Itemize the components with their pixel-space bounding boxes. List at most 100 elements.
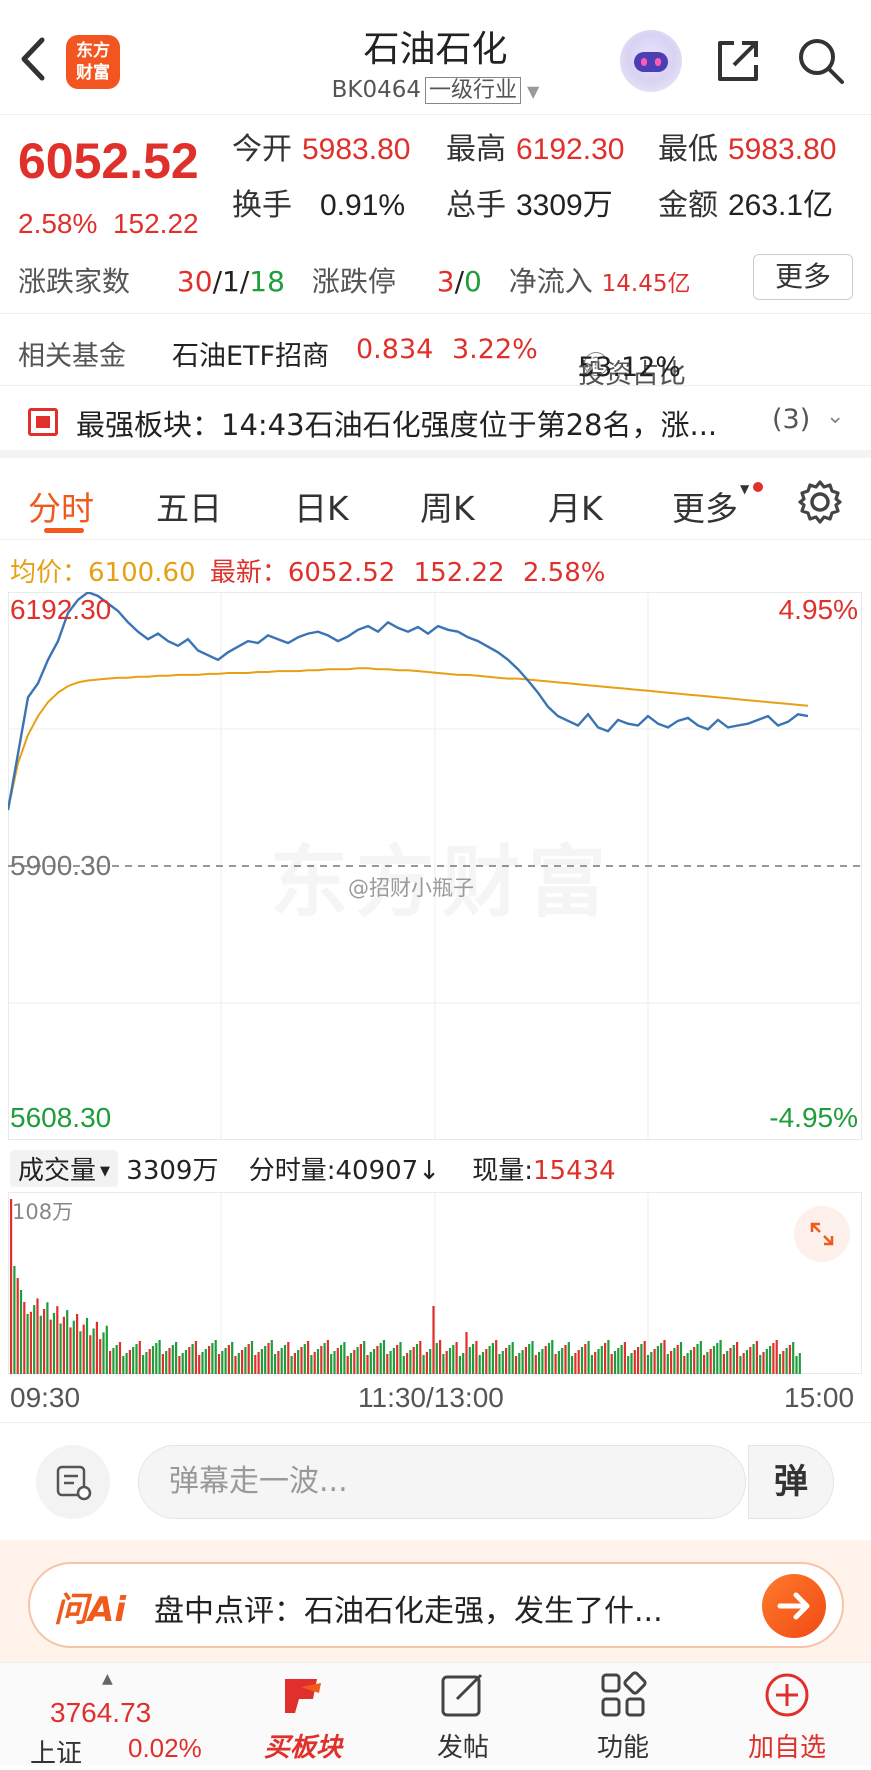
volume-bar bbox=[683, 1356, 686, 1374]
volume-bar bbox=[69, 1327, 72, 1374]
volume-bar bbox=[775, 1340, 778, 1374]
volume-selector[interactable]: 成交量 ▼ bbox=[10, 1150, 119, 1187]
volume-bar bbox=[475, 1341, 478, 1374]
volume-bar bbox=[462, 1353, 465, 1374]
open-label: 今开 bbox=[232, 133, 292, 166]
tab-five-day[interactable]: 五日 bbox=[156, 482, 222, 530]
volume-bar bbox=[759, 1355, 762, 1374]
danmaku-input[interactable]: 弹幕走一波... bbox=[138, 1445, 746, 1519]
volume-bar bbox=[772, 1343, 775, 1374]
share-icon[interactable] bbox=[712, 35, 764, 87]
search-icon[interactable] bbox=[795, 35, 847, 87]
volume-bar bbox=[696, 1344, 699, 1374]
danmaku-bar: 弹幕走一波... 弹 bbox=[0, 1422, 871, 1540]
volume-bar bbox=[538, 1352, 541, 1374]
volume-chart-svg[interactable] bbox=[7, 1191, 863, 1375]
volume-bar bbox=[118, 1342, 122, 1374]
tab-more[interactable]: 更多 ▼ bbox=[672, 482, 764, 530]
minute-volume-label: 分时量: bbox=[248, 1156, 336, 1186]
ai-robot-icon[interactable] bbox=[620, 30, 682, 92]
latest-value: 6052.52 bbox=[287, 558, 396, 588]
volume-bar bbox=[112, 1348, 115, 1374]
volume-bar bbox=[353, 1350, 356, 1374]
minute-volume-value: 40907↓ bbox=[335, 1156, 440, 1186]
volume-bar bbox=[181, 1353, 184, 1374]
chevron-down-icon[interactable]: ⌄ bbox=[826, 404, 844, 429]
fund-name[interactable]: 石油ETF招商 bbox=[172, 334, 329, 373]
tab-intraday[interactable]: 分时 bbox=[28, 482, 94, 530]
volume-bar bbox=[646, 1355, 650, 1374]
tab-day-k[interactable]: 日K bbox=[294, 482, 349, 530]
board-text: 最强板块：14:43石油石化强度位于第28名，涨... bbox=[76, 408, 718, 442]
volume-bar bbox=[706, 1352, 709, 1374]
volume-bar bbox=[52, 1312, 56, 1374]
volume-selector-label: 成交量 bbox=[18, 1156, 97, 1186]
volume-bar bbox=[135, 1344, 138, 1374]
volume-bar bbox=[554, 1354, 557, 1374]
volume-bar bbox=[204, 1349, 207, 1374]
volume-bar bbox=[369, 1352, 372, 1374]
updown-label: 涨跌家数 bbox=[18, 265, 131, 298]
strongest-board-banner[interactable]: 最强板块：14:43石油石化强度位于第28名，涨... (3) ⌄ bbox=[0, 386, 871, 458]
volume-bar bbox=[250, 1341, 254, 1374]
low-cell: 最低 5983.80 bbox=[658, 124, 836, 168]
volume-bar bbox=[231, 1342, 234, 1374]
danmaku-toggle-button[interactable]: 弹 bbox=[748, 1445, 834, 1519]
volume-bar bbox=[739, 1356, 742, 1374]
volume-chart[interactable]: 108万 bbox=[7, 1191, 863, 1375]
tab-month-k[interactable]: 月K bbox=[548, 482, 603, 530]
tab-week-k[interactable]: 周K bbox=[420, 482, 475, 530]
volume-bar bbox=[508, 1345, 511, 1374]
ai-commentary-text: 盘中点评：石油石化走强，发生了什... bbox=[154, 1594, 663, 1629]
volume-bar bbox=[297, 1350, 300, 1374]
volume-bar bbox=[478, 1355, 481, 1374]
functions-button[interactable]: 功能 bbox=[568, 1669, 678, 1764]
volume-bar bbox=[237, 1353, 240, 1374]
volume-bar bbox=[524, 1347, 527, 1374]
chevron-right-icon: › bbox=[584, 352, 595, 383]
latest-label: 最新： bbox=[209, 558, 288, 588]
volume-bar bbox=[709, 1349, 712, 1374]
buy-board-button[interactable]: 买板块 bbox=[248, 1669, 358, 1764]
volume-bar bbox=[82, 1324, 85, 1374]
industry-tag: 一级行业 bbox=[425, 77, 522, 104]
volume-bar bbox=[277, 1351, 280, 1374]
volume-value: 3309万 bbox=[516, 189, 613, 222]
volume-bar bbox=[76, 1314, 79, 1374]
ai-commentary-bar[interactable]: 问Ai 盘中点评：石油石化走强，发生了什... bbox=[28, 1562, 844, 1648]
buy-board-label: 买板块 bbox=[263, 1733, 342, 1763]
volume-bar bbox=[686, 1353, 689, 1374]
volume-bar bbox=[389, 1351, 392, 1374]
volume-bar bbox=[472, 1344, 475, 1374]
post-button[interactable]: 发帖 bbox=[408, 1669, 518, 1764]
volume-bar bbox=[765, 1349, 768, 1374]
volume-bar bbox=[406, 1353, 409, 1374]
volume-bar bbox=[188, 1347, 191, 1374]
volume-bar bbox=[310, 1355, 313, 1374]
ai-commentary-wrap: 问Ai 盘中点评：石油石化走强，发生了什... bbox=[0, 1540, 871, 1662]
danmaku-settings-icon[interactable] bbox=[36, 1445, 110, 1519]
related-fund-row[interactable]: 相关基金 石油ETF招商 0.834 3.22% 投资占比? 53.12% › bbox=[0, 316, 871, 390]
add-watchlist-button[interactable]: 加自选 bbox=[732, 1669, 842, 1764]
volume-bar bbox=[511, 1342, 514, 1374]
more-button[interactable]: 更多 bbox=[753, 254, 853, 300]
volume-bar bbox=[214, 1340, 217, 1374]
arrow-right-icon[interactable] bbox=[762, 1574, 826, 1638]
caret-up-icon: ▲ bbox=[102, 1671, 113, 1687]
volume-bar bbox=[247, 1344, 250, 1374]
volume-bar bbox=[623, 1342, 626, 1374]
netflow-value: 14.45亿 bbox=[601, 271, 691, 297]
expand-chart-icon[interactable] bbox=[794, 1206, 850, 1262]
volume-bar bbox=[769, 1346, 772, 1374]
volume-bar bbox=[531, 1341, 534, 1374]
volume-bar bbox=[488, 1346, 491, 1374]
volume-bar bbox=[505, 1348, 508, 1374]
index-value[interactable]: 3764.73 bbox=[50, 1697, 151, 1729]
volume-bar bbox=[300, 1347, 303, 1374]
volume-bar bbox=[293, 1353, 296, 1374]
volume-bar bbox=[574, 1353, 577, 1374]
volume-bar bbox=[409, 1350, 412, 1374]
settings-gear-icon[interactable] bbox=[796, 478, 844, 526]
index-pct: 0.02% bbox=[128, 1733, 202, 1763]
volume-bar bbox=[557, 1351, 560, 1374]
